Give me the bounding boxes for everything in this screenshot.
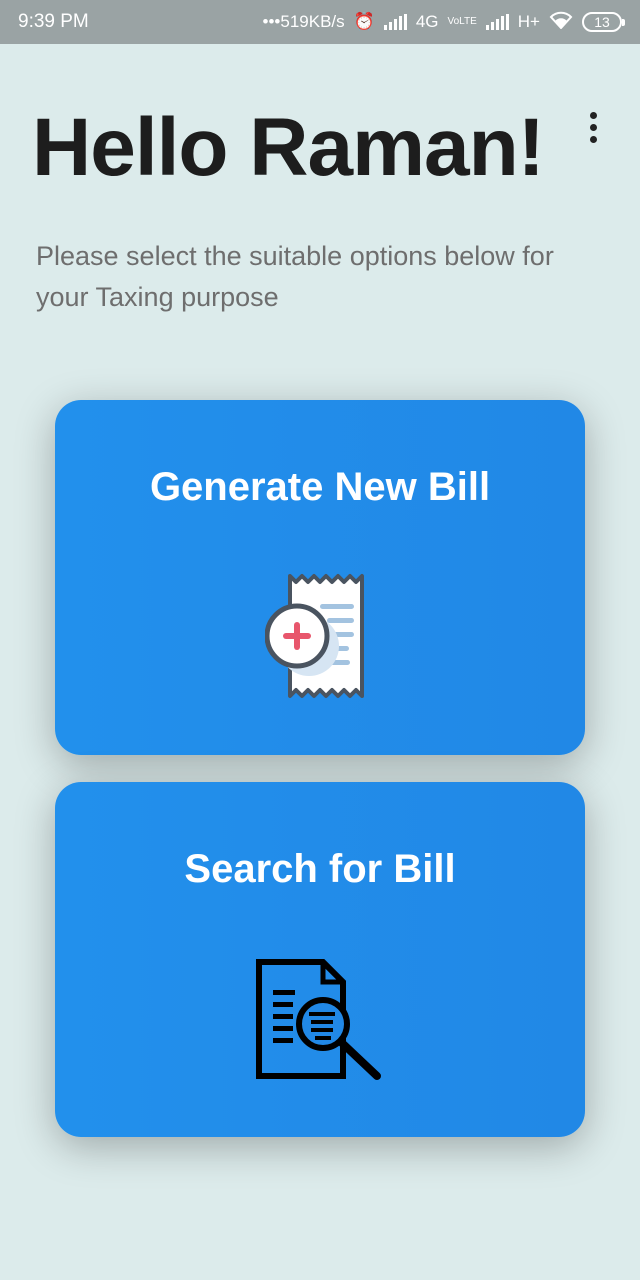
receipt-add-icon xyxy=(265,574,364,698)
more-vert-icon[interactable] xyxy=(580,112,606,152)
status-icons: •••519KB/s ⏰ 4G VoLTE H+ 13 xyxy=(262,11,625,34)
page-title: Hello Raman! xyxy=(32,102,545,193)
search-for-bill-label: Search for Bill xyxy=(184,847,456,891)
battery-icon: 13 xyxy=(582,12,625,32)
document-search-icon xyxy=(256,959,381,1080)
signal-icon xyxy=(383,14,407,30)
generate-new-bill-label: Generate New Bill xyxy=(149,465,491,509)
generate-new-bill-button[interactable]: Generate New Bill xyxy=(55,400,585,755)
network-speed: •••519KB/s xyxy=(262,12,345,31)
wifi-icon xyxy=(549,11,573,34)
alarm-icon: ⏰ xyxy=(353,12,375,31)
network-type-label: 4G xyxy=(415,12,439,31)
status-bar: 9:39 PM •••519KB/s ⏰ 4G VoLTE H+ 13 xyxy=(0,0,640,44)
network-type-label-2: H+ xyxy=(517,12,540,31)
page-subtitle: Please select the suitable options below… xyxy=(36,241,554,312)
status-time: 9:39 PM xyxy=(18,11,89,32)
volte-icon: VoLTE xyxy=(447,16,477,27)
search-for-bill-button[interactable]: Search for Bill xyxy=(55,782,585,1137)
signal-icon-2 xyxy=(485,14,509,30)
